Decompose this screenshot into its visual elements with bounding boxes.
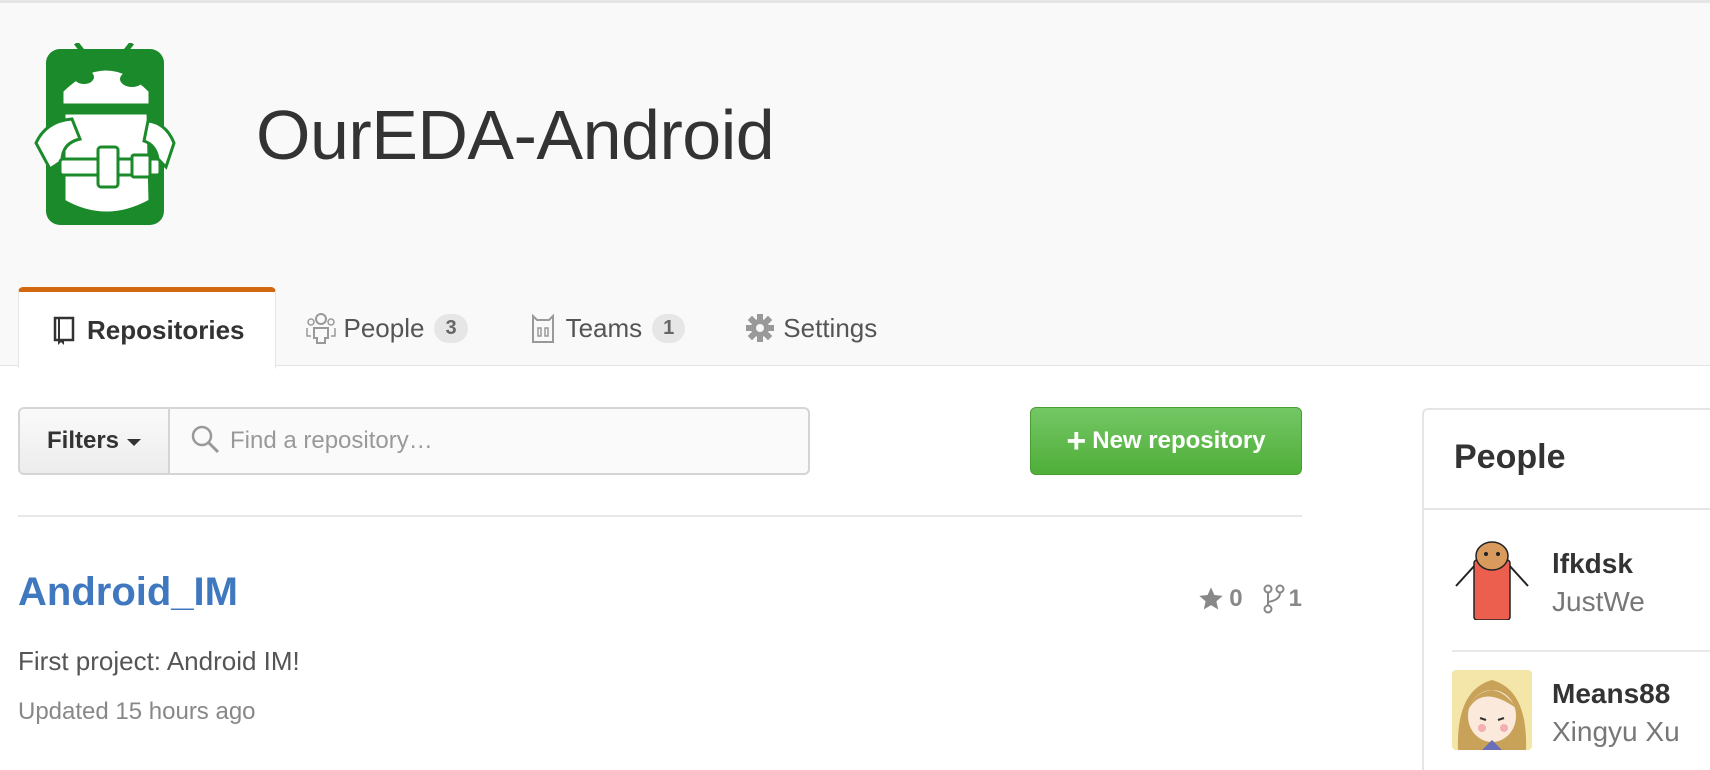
- repo-search-box: [170, 407, 810, 475]
- repo-updated: Updated 15 hours ago: [18, 698, 256, 725]
- tab-repositories-label: Repositories: [87, 314, 245, 345]
- member-item[interactable]: Means88 Xingyu Xu: [1452, 670, 1710, 770]
- repo-list-item: Android_IM 0 1 First project: Android IM…: [18, 570, 1302, 730]
- people-icon: [305, 312, 336, 344]
- tab-repositories[interactable]: Repositories: [18, 287, 276, 369]
- teams-icon: [528, 312, 558, 344]
- member-login[interactable]: Means88: [1552, 678, 1670, 710]
- android-robot-logo-icon: [34, 41, 176, 225]
- people-header-divider: [1424, 508, 1710, 510]
- repo-stats: 0 1: [1177, 584, 1302, 614]
- filters-button[interactable]: Filters: [18, 407, 170, 475]
- new-repository-label: New repository: [1092, 427, 1266, 454]
- plus-icon: +: [1066, 422, 1087, 460]
- stars-count: 0: [1229, 585, 1243, 612]
- tab-people-label: People: [343, 312, 425, 343]
- member-fullname: JustWe: [1552, 586, 1645, 617]
- gear-icon: [745, 312, 775, 344]
- repo-description: First project: Android IM!: [18, 646, 300, 676]
- member-fullname: Xingyu Xu: [1552, 716, 1680, 747]
- org-header: OurEDA-Android Repositories People 3 Tea…: [0, 0, 1710, 369]
- fork-icon: [1263, 584, 1285, 614]
- repo-filter-bar: Filters: [18, 407, 810, 475]
- stars-stat[interactable]: 0: [1197, 585, 1243, 613]
- teams-counter: 1: [652, 313, 686, 343]
- repo-search-input[interactable]: [230, 427, 770, 455]
- repo-book-icon: [49, 314, 79, 346]
- org-name: OurEDA-Android: [256, 96, 775, 174]
- filters-label: Filters: [46, 427, 120, 454]
- repo-name-link[interactable]: Android_IM: [18, 570, 238, 615]
- caret-down-icon: [127, 439, 142, 446]
- people-sidebar: People lfkdsk JustWe Means88 Xingyu Xu: [1422, 408, 1710, 770]
- new-repository-button[interactable]: + New repository: [1030, 407, 1302, 475]
- tab-people[interactable]: People 3: [276, 287, 498, 369]
- tab-teams[interactable]: Teams 1: [498, 287, 716, 369]
- org-avatar[interactable]: [32, 41, 194, 243]
- tab-teams-label: Teams: [565, 312, 643, 343]
- member-login[interactable]: lfkdsk: [1552, 548, 1633, 580]
- forks-stat[interactable]: 1: [1263, 584, 1302, 614]
- tab-settings-label: Settings: [783, 312, 878, 343]
- avatar[interactable]: [1452, 670, 1532, 750]
- star-icon: [1199, 587, 1223, 610]
- member-divider: [1452, 650, 1710, 652]
- forks-count: 1: [1288, 585, 1302, 612]
- search-icon: [190, 424, 220, 459]
- member-item[interactable]: lfkdsk JustWe: [1452, 540, 1710, 640]
- avatar[interactable]: [1452, 540, 1532, 620]
- org-tabs: Repositories People 3 Teams 1 Settings: [18, 287, 907, 369]
- people-counter: 3: [434, 313, 468, 343]
- list-divider: [18, 515, 1302, 517]
- tab-settings[interactable]: Settings: [715, 287, 907, 369]
- people-title: People: [1454, 438, 1566, 476]
